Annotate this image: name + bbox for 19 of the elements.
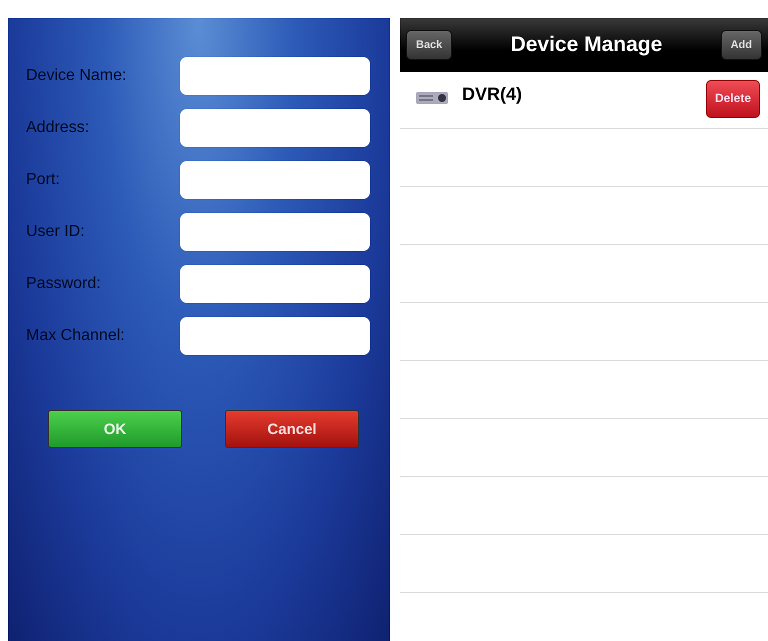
field-label: Device Name: xyxy=(26,67,128,85)
field-label: Address: xyxy=(26,119,90,137)
field-label: Password: xyxy=(26,275,102,293)
delete-button[interactable]: Delete xyxy=(706,80,760,118)
back-button[interactable]: Back xyxy=(406,30,452,60)
device-name[interactable]: DVR(4) xyxy=(462,80,706,105)
field-label: Port: xyxy=(26,171,61,189)
screen-title: Device Manage xyxy=(510,33,662,57)
field-label: User ID: xyxy=(26,223,86,241)
cancel-button[interactable]: Cancel xyxy=(225,410,359,448)
input-field[interactable] xyxy=(180,57,370,95)
dvr-device-icon xyxy=(416,90,448,106)
add-button[interactable]: Add xyxy=(720,30,762,60)
input-field[interactable] xyxy=(180,317,370,355)
input-field[interactable] xyxy=(180,161,370,199)
input-field[interactable] xyxy=(180,109,370,147)
input-field[interactable] xyxy=(180,213,370,251)
input-field[interactable] xyxy=(180,265,370,303)
field-label: Max Channel: xyxy=(26,327,126,345)
